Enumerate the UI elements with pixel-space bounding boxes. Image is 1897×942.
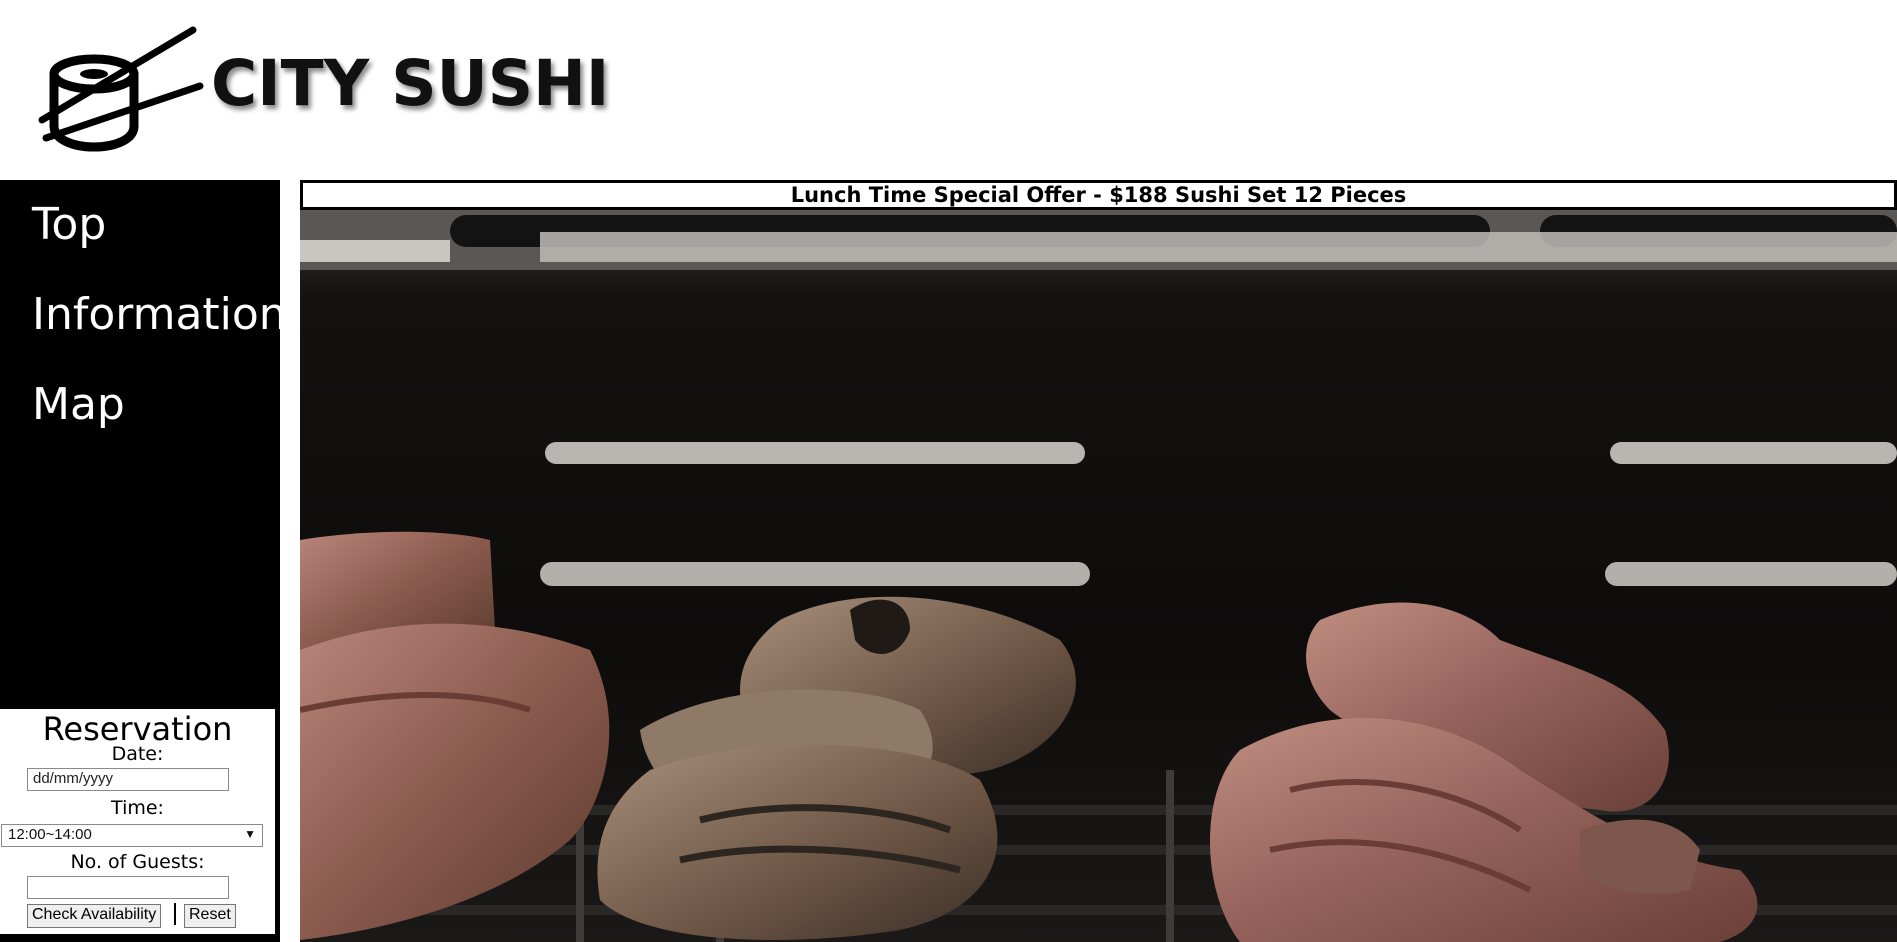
time-label: Time: xyxy=(111,797,164,819)
brand-name: CITY SUSHI xyxy=(211,47,610,120)
site-header: CITY SUSHI xyxy=(0,0,1897,180)
nav-item-map[interactable]: Map xyxy=(32,378,125,432)
chevron-down-icon: ▼ xyxy=(244,827,256,841)
grilled-meat-photo xyxy=(300,210,1897,942)
time-select-value: 12:00~14:00 xyxy=(8,826,92,843)
guests-label: No. of Guests: xyxy=(70,851,205,873)
button-divider xyxy=(174,903,176,925)
promo-banner[interactable]: Lunch Time Special Offer - $188 Sushi Se… xyxy=(300,180,1897,210)
reset-button[interactable]: Reset xyxy=(184,904,236,928)
nav-item-information[interactable]: Information xyxy=(32,288,287,342)
date-label: Date: xyxy=(111,743,164,765)
sidebar: Top Information Map Reservation Date: dd… xyxy=(0,180,287,942)
check-availability-button[interactable]: Check Availability xyxy=(27,904,162,928)
guests-field[interactable] xyxy=(27,876,229,899)
main-content: Lunch Time Special Offer - $188 Sushi Se… xyxy=(300,180,1897,942)
time-select[interactable]: 12:00~14:00 ▼ xyxy=(1,824,263,847)
date-field[interactable]: dd/mm/yyyy xyxy=(27,768,229,791)
nav-item-top[interactable]: Top xyxy=(32,198,106,252)
reservation-panel: Reservation Date: dd/mm/yyyy Time: 12:00… xyxy=(0,709,275,934)
sushi-logo-icon[interactable] xyxy=(38,26,204,154)
